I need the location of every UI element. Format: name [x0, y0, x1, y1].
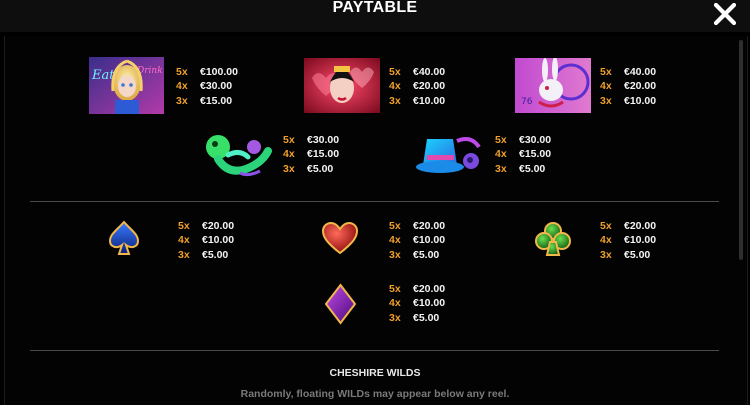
- mad-hatter-hat-symbol: [416, 137, 481, 173]
- svg-text:76: 76: [521, 97, 533, 107]
- scrollbar[interactable]: [739, 40, 743, 260]
- diamond-symbol: [324, 283, 357, 325]
- white-rabbit-symbol: 76: [515, 58, 591, 113]
- heart-symbol: [321, 221, 359, 255]
- paytable-entry-heart: 5x €20.00 4x €10.00 3x €5.00: [389, 220, 446, 261]
- section-divider: [30, 350, 719, 351]
- wilds-section-description: Randomly, floating WILDs may appear belo…: [240, 388, 510, 400]
- paytable-entry-caterpillar: 5x €30.00 4x €15.00 3x €5.00: [283, 134, 340, 175]
- spade-symbol: [108, 220, 140, 255]
- paytable-entry-club: 5x €20.00 4x €10.00 3x €5.00: [600, 220, 657, 261]
- section-divider: [30, 201, 719, 202]
- caterpillar-symbol: [206, 135, 272, 177]
- close-icon[interactable]: [713, 2, 737, 26]
- alice-symbol: Eat Me Drink Me: [89, 57, 164, 114]
- paytable-entry-diamond: 5x €20.00 4x €10.00 3x €5.00: [389, 283, 446, 324]
- paytable-entry-mad-hatter-hat: 5x €30.00 4x €15.00 3x €5.00: [495, 134, 552, 175]
- page-title: PAYTABLE: [332, 0, 418, 16]
- paytable-entry-alice: 5x €100.00 4x €30.00 3x €15.00: [176, 66, 238, 107]
- paytable-entry-white-rabbit: 5x €40.00 4x €20.00 3x €10.00: [600, 66, 657, 107]
- paytable-entry-queen-of-hearts: 5x €40.00 4x €20.00 3x €10.00: [389, 66, 446, 107]
- header-bar: PAYTABLE: [0, 0, 750, 32]
- club-symbol: [535, 222, 571, 256]
- wilds-section-title: CHESHIRE WILDS: [329, 367, 421, 379]
- queen-of-hearts-symbol: [304, 58, 380, 113]
- paytable-entry-spade: 5x €20.00 4x €10.00 3x €5.00: [178, 220, 235, 261]
